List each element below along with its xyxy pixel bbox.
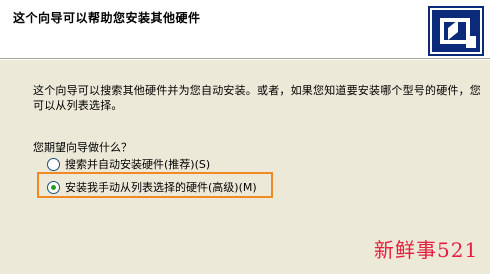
header-separator-highlight: [0, 59, 490, 60]
option-manual-install-label[interactable]: 安装我手动从列表选择的硬件(高级)(M): [65, 179, 257, 195]
intro-text: 这个向导可以搜索其他硬件并为您自动安装。或者，如果您知道要安装哪个型号的硬件，您…: [33, 84, 481, 112]
option-manual-install[interactable]: 安装我手动从列表选择的硬件(高级)(M): [47, 179, 257, 195]
question-text: 您期望向导做什么？: [33, 141, 132, 154]
hardware-wizard-icon: [428, 6, 484, 56]
watermark-text: 新鲜事521: [374, 238, 479, 262]
wizard-header: 这个向导可以帮助您安装其他硬件: [0, 0, 490, 58]
option-auto-install-label[interactable]: 搜索并自动安装硬件(推荐)(S): [65, 156, 210, 172]
radio-manual-install[interactable]: [47, 180, 60, 194]
option-auto-install[interactable]: 搜索并自动安装硬件(推荐)(S): [47, 156, 210, 172]
radio-auto-install[interactable]: [47, 157, 60, 171]
wizard-title: 这个向导可以帮助您安装其他硬件: [13, 11, 201, 25]
